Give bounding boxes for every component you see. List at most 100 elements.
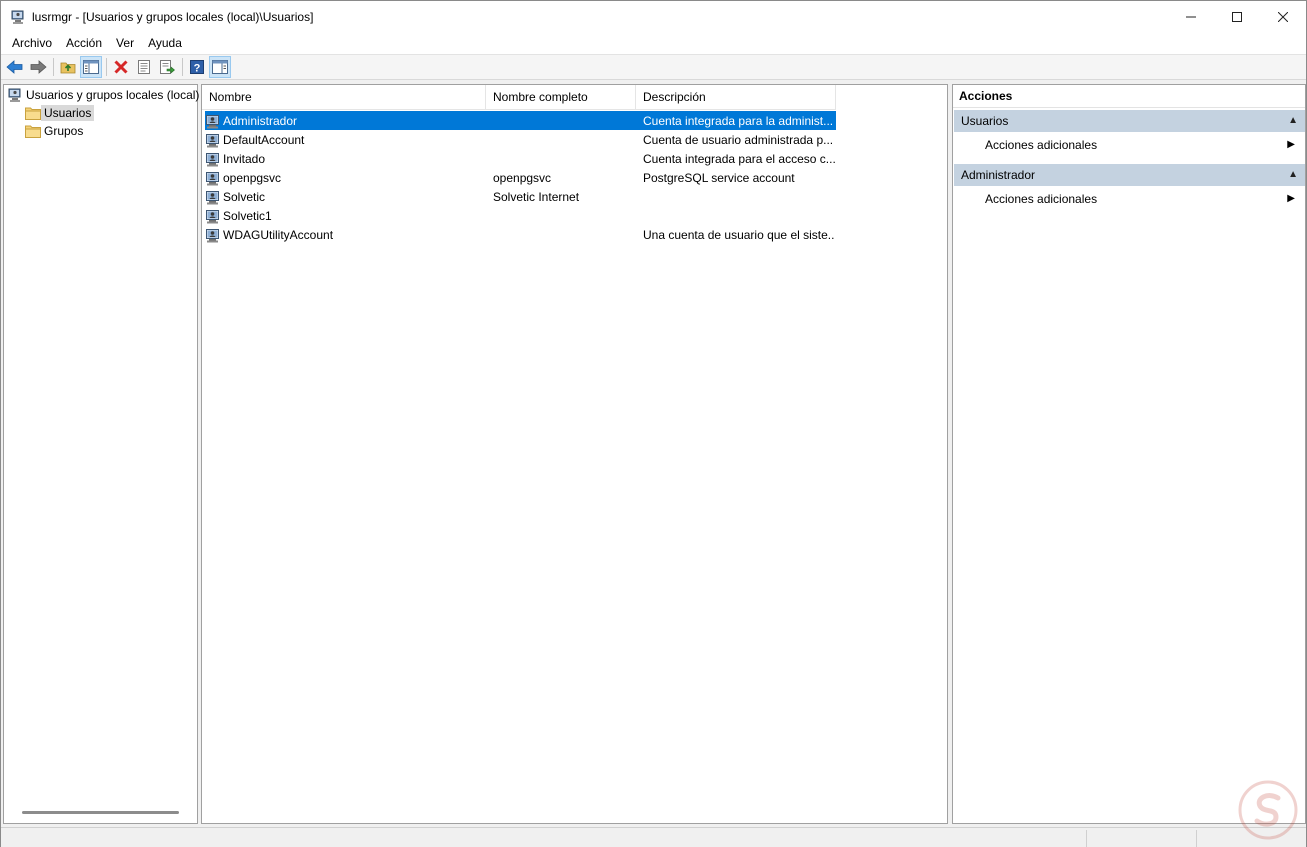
title-bar[interactable]: lusrmgr - [Usuarios y grupos locales (lo… (1, 1, 1306, 32)
tree-node-grupos[interactable]: Grupos (25, 122, 86, 140)
show-hide-action-pane-icon (212, 60, 228, 74)
user-account-icon (206, 190, 219, 204)
cell-name: openpgsvc (205, 170, 489, 186)
toolbar-separator (106, 58, 107, 76)
submenu-arrow-icon: ▶ (1287, 193, 1295, 204)
cell-description: PostgreSQL service account (643, 170, 795, 185)
cell-name: WDAGUtilityAccount (205, 227, 489, 243)
maximize-icon (1232, 11, 1242, 22)
properties-button[interactable] (133, 56, 155, 78)
action-more-actions-usuarios[interactable]: Acciones adicionales ▶ (985, 135, 1303, 155)
export-list-icon (160, 60, 175, 74)
cell-full-name: openpgsvc (493, 170, 552, 185)
maximize-button[interactable] (1214, 1, 1260, 32)
tree-usuarios-label: Usuarios (41, 105, 95, 121)
status-separator (1086, 830, 1087, 847)
action-more-actions-administrador[interactable]: Acciones adicionales ▶ (985, 189, 1303, 209)
cell-description: Una cuenta de usuario que el siste... (643, 227, 835, 242)
user-account-icon (206, 133, 219, 147)
cell-name: Invitado (205, 151, 489, 167)
user-name: DefaultAccount (223, 132, 305, 147)
folder-icon (25, 125, 41, 138)
table-row[interactable]: Invitado Cuenta integrada para el acceso… (205, 149, 836, 168)
show-hide-tree-button[interactable] (80, 56, 102, 78)
user-name: Solvetic (223, 189, 266, 204)
actions-title: Acciones (953, 85, 1305, 108)
export-list-button[interactable] (156, 56, 178, 78)
column-header-nombre-completo[interactable]: Nombre completo (486, 85, 636, 110)
delete-button[interactable] (110, 56, 132, 78)
submenu-arrow-icon: ▶ (1287, 139, 1295, 150)
user-account-icon (206, 171, 219, 185)
user-name: Administrador (223, 113, 298, 128)
tree-grupos-label: Grupos (44, 124, 84, 138)
table-row[interactable]: openpgsvc openpgsvc PostgreSQL service a… (205, 168, 836, 187)
collapse-up-icon[interactable]: ▲ (1288, 164, 1298, 186)
user-account-icon (206, 152, 219, 166)
action-section-usuarios[interactable]: Usuarios ▲ (954, 110, 1305, 132)
list-header: Nombre Nombre completo Descripción (202, 85, 947, 110)
cell-full-name: Solvetic Internet (493, 189, 580, 204)
menu-archivo[interactable]: Archivo (5, 32, 59, 54)
solvetic-logo-icon (1238, 780, 1298, 840)
horizontal-scrollbar[interactable] (22, 811, 179, 814)
console-tree[interactable]: Usuarios y grupos locales (local) Usuari… (3, 84, 199, 824)
user-name: WDAGUtilityAccount (223, 227, 334, 242)
window-controls (1168, 1, 1306, 32)
toolbar: ? (1, 54, 1306, 80)
up-level-button[interactable] (57, 56, 79, 78)
action-item-label: Acciones adicionales (985, 192, 1098, 206)
cell-name: Solvetic1 (205, 208, 489, 224)
collapse-up-icon[interactable]: ▲ (1288, 110, 1298, 132)
table-row[interactable]: Solvetic1 (205, 206, 836, 225)
show-hide-action-pane-button[interactable] (209, 56, 231, 78)
forward-arrow-icon (30, 60, 47, 74)
toolbar-separator (182, 58, 183, 76)
toolbar-separator (53, 58, 54, 76)
user-account-icon (206, 114, 219, 128)
action-section-label: Administrador (961, 168, 1036, 182)
status-bar (1, 827, 1306, 847)
cell-name: DefaultAccount (205, 132, 489, 148)
forward-button[interactable] (27, 56, 49, 78)
menu-ver[interactable]: Ver (109, 32, 141, 54)
actions-pane: Acciones Usuarios ▲ Acciones adicionales… (952, 84, 1306, 824)
close-icon (1278, 11, 1288, 22)
user-account-icon (206, 228, 219, 242)
result-list[interactable]: Nombre Nombre completo Descripción Admin… (201, 84, 948, 824)
cell-description: Cuenta integrada para el acceso c... (643, 151, 835, 166)
column-header-nombre[interactable]: Nombre (202, 85, 486, 110)
action-section-label: Usuarios (961, 114, 1009, 128)
up-folder-icon (60, 62, 76, 74)
users-computer-icon (8, 88, 21, 102)
table-row[interactable]: Solvetic Solvetic Internet (205, 187, 836, 206)
action-section-administrador[interactable]: Administrador ▲ (954, 164, 1305, 186)
menu-accion[interactable]: Acción (59, 32, 109, 54)
menu-ayuda[interactable]: Ayuda (141, 32, 189, 54)
column-header-descripcion[interactable]: Descripción (636, 85, 836, 110)
window-title: lusrmgr - [Usuarios y grupos locales (lo… (32, 9, 314, 24)
cell-name: Solvetic (205, 189, 489, 205)
user-name: Invitado (223, 151, 266, 166)
help-icon: ? (190, 60, 204, 75)
table-row[interactable]: Administrador Cuenta integrada para la a… (205, 111, 836, 130)
minimize-button[interactable] (1168, 1, 1214, 32)
tree-node-usuarios[interactable]: Usuarios (25, 104, 95, 122)
user-name: Solvetic1 (223, 208, 272, 223)
action-item-label: Acciones adicionales (985, 138, 1098, 152)
users-app-icon (11, 10, 24, 24)
table-row[interactable]: DefaultAccount Cuenta de usuario adminis… (205, 130, 836, 149)
back-button[interactable] (4, 56, 26, 78)
help-button[interactable]: ? (186, 56, 208, 78)
close-button[interactable] (1260, 1, 1306, 32)
menu-bar: Archivo Acción Ver Ayuda (1, 32, 1306, 54)
svg-text:?: ? (194, 63, 201, 75)
cell-name: Administrador (205, 113, 489, 129)
user-name: openpgsvc (223, 170, 282, 185)
minimize-icon (1186, 16, 1196, 17)
table-row[interactable]: WDAGUtilityAccount Una cuenta de usuario… (205, 225, 836, 244)
cell-description: Cuenta integrada para la administ... (643, 113, 834, 128)
cell-description: Cuenta de usuario administrada p... (643, 132, 834, 147)
status-separator (1196, 830, 1197, 847)
tree-node-root[interactable]: Usuarios y grupos locales (local) (7, 86, 202, 104)
